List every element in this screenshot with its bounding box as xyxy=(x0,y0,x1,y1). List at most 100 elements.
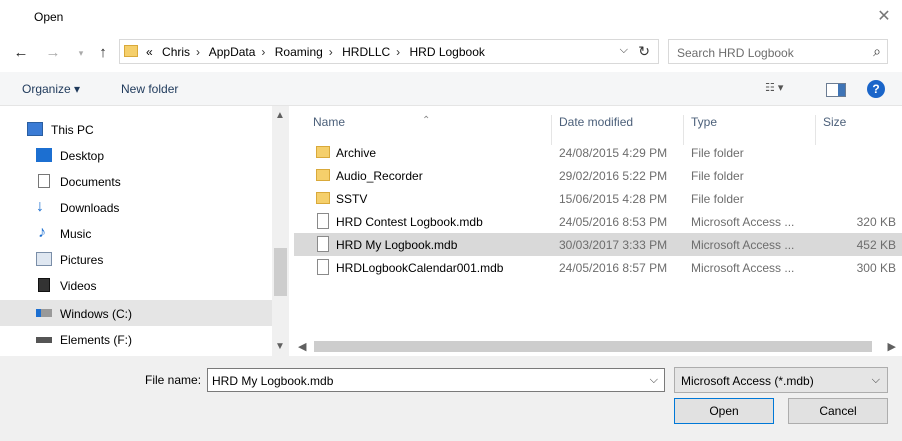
file-type: File folder xyxy=(691,169,744,183)
file-name: Archive xyxy=(336,146,377,160)
recent-locations-icon[interactable]: ▾ xyxy=(72,44,90,62)
table-row[interactable]: HRD Contest Logbook.mdb 24/05/2016 8:53 … xyxy=(294,210,902,233)
sidebar-item-label: Videos xyxy=(60,279,97,293)
breadcrumb-separator: › xyxy=(328,45,333,59)
sidebar-item-music[interactable]: ♪ Music xyxy=(0,220,272,246)
table-row[interactable]: SSTV 15/06/2015 4:28 PM File folder xyxy=(294,187,902,210)
sidebar-item-pictures[interactable]: Pictures xyxy=(0,246,272,272)
table-row[interactable]: HRD My Logbook.mdb 30/03/2017 3:33 PM Mi… xyxy=(294,233,902,256)
chevron-down-icon[interactable]: ⌵ xyxy=(650,374,658,387)
preview-pane-icon[interactable] xyxy=(826,83,846,97)
drive-c-icon xyxy=(36,309,52,317)
filename-label: File name: xyxy=(145,373,202,387)
folder-icon xyxy=(124,45,138,57)
breadcrumb-separator: › xyxy=(396,45,401,59)
file-date: 30/03/2017 3:33 PM xyxy=(559,238,668,252)
file-type: Microsoft Access ... xyxy=(691,261,795,275)
file-icon xyxy=(317,236,329,252)
file-name: SSTV xyxy=(336,192,368,206)
file-type-value: Microsoft Access (*.mdb) xyxy=(681,374,814,388)
file-type: Microsoft Access ... xyxy=(691,215,795,229)
breadcrumb-roaming[interactable]: Roaming xyxy=(275,45,323,59)
help-icon[interactable]: ? xyxy=(867,80,885,98)
file-date: 24/05/2016 8:57 PM xyxy=(559,261,668,275)
sidebar-item-downloads[interactable]: ↓ Downloads xyxy=(0,194,272,220)
pictures-icon xyxy=(36,252,52,266)
column-header-type[interactable]: Type xyxy=(691,115,717,129)
title-bar: Open ✕ xyxy=(0,0,902,34)
column-headers: ⌃ Name Date modified Type Size xyxy=(290,106,902,145)
organize-button[interactable]: Organize ▾ xyxy=(22,82,80,96)
breadcrumb-overflow[interactable]: « xyxy=(146,45,153,59)
search-placeholder: Search HRD Logbook xyxy=(677,46,794,60)
file-type: File folder xyxy=(691,146,744,160)
table-row[interactable]: Audio_Recorder 29/02/2016 5:22 PM File f… xyxy=(294,164,902,187)
downloads-icon: ↓ xyxy=(36,198,44,215)
chevron-down-icon[interactable]: ⌵ xyxy=(620,44,628,57)
scroll-up-icon[interactable]: ▲ xyxy=(275,110,285,121)
music-icon: ♪ xyxy=(38,224,46,241)
file-icon xyxy=(317,213,329,229)
table-row[interactable]: HRDLogbookCalendar001.mdb 24/05/2016 8:5… xyxy=(294,256,902,279)
refresh-icon[interactable]: ↻ xyxy=(638,43,650,60)
sidebar-item-label: This PC xyxy=(51,123,94,137)
file-name: HRDLogbookCalendar001.mdb xyxy=(336,261,504,275)
breadcrumb-chris[interactable]: Chris xyxy=(162,45,190,59)
column-header-name[interactable]: Name xyxy=(313,115,345,129)
file-name: Audio_Recorder xyxy=(336,169,423,183)
new-folder-button[interactable]: New folder xyxy=(121,82,178,96)
sidebar-item-videos[interactable]: Videos xyxy=(0,272,272,298)
filename-value[interactable]: HRD My Logbook.mdb xyxy=(212,374,333,388)
drive-icon xyxy=(36,337,52,343)
documents-icon xyxy=(38,174,50,188)
breadcrumb-separator: › xyxy=(196,45,201,59)
breadcrumb-separator: › xyxy=(261,45,266,59)
file-date: 15/06/2015 4:28 PM xyxy=(559,192,668,206)
folder-icon xyxy=(316,192,330,204)
sidebar-item-label: Music xyxy=(60,227,92,241)
dialog-footer: File name: HRD My Logbook.mdb ⌵ Microsof… xyxy=(0,356,902,441)
desktop-icon xyxy=(36,148,52,162)
sidebar-item-documents[interactable]: Documents xyxy=(0,168,272,194)
sidebar-item-label: Downloads xyxy=(60,201,120,215)
change-view-icon[interactable]: ☷ ▾ xyxy=(765,81,805,97)
navigation-bar: ← → ▾ ↑ « Chris › AppData › Roaming › HRDLL… xyxy=(0,34,902,70)
breadcrumb-hrd-logbook[interactable]: HRD Logbook xyxy=(410,45,485,59)
sidebar-item-desktop[interactable]: Desktop xyxy=(0,142,272,168)
file-name: HRD Contest Logbook.mdb xyxy=(336,215,483,229)
sidebar-item-windows-c[interactable]: Windows (C:) xyxy=(0,300,272,326)
open-button[interactable]: Open xyxy=(674,398,774,424)
forward-arrow-icon[interactable]: → xyxy=(44,44,62,62)
scrollbar-thumb[interactable] xyxy=(274,248,287,296)
filename-field[interactable]: HRD My Logbook.mdb ⌵ xyxy=(207,368,665,392)
sidebar-item-this-pc[interactable]: This PC xyxy=(0,116,272,142)
chevron-down-icon[interactable]: ⌵ xyxy=(872,374,880,387)
up-arrow-icon[interactable]: ↑ xyxy=(94,44,112,62)
sidebar-item-elements-f[interactable]: Elements (F:) xyxy=(0,326,272,352)
sidebar-item-label: Documents xyxy=(60,175,121,189)
scrollbar-thumb[interactable] xyxy=(314,341,872,352)
file-icon xyxy=(317,259,329,275)
scroll-down-icon[interactable]: ▼ xyxy=(275,341,285,352)
table-row[interactable]: Archive 24/08/2015 4:29 PM File folder xyxy=(294,141,902,164)
sidebar-item-label: Desktop xyxy=(60,149,105,163)
address-bar[interactable]: « Chris › AppData › Roaming › HRDLLC › HRD L… xyxy=(119,39,659,64)
file-type: File folder xyxy=(691,192,744,206)
breadcrumb-hrdllc[interactable]: HRDLLC xyxy=(342,45,390,59)
search-icon[interactable]: ⌕ xyxy=(873,43,881,60)
window-title: Open xyxy=(34,10,64,24)
scroll-left-icon[interactable]: ◀ xyxy=(298,340,306,353)
column-header-date[interactable]: Date modified xyxy=(559,115,633,129)
file-type-select[interactable]: Microsoft Access (*.mdb) ⌵ xyxy=(674,367,888,393)
vertical-scrollbar[interactable]: ▲ ▼ xyxy=(272,106,289,356)
column-header-size[interactable]: Size xyxy=(823,115,846,129)
close-icon[interactable]: ✕ xyxy=(872,6,896,28)
pc-icon xyxy=(27,122,43,136)
breadcrumb-appdata[interactable]: AppData xyxy=(209,45,256,59)
back-arrow-icon[interactable]: ← xyxy=(12,44,30,62)
scroll-right-icon[interactable]: ▶ xyxy=(888,340,896,353)
cancel-button[interactable]: Cancel xyxy=(788,398,888,424)
horizontal-scrollbar[interactable]: ◀ ▶ xyxy=(290,338,902,356)
search-input[interactable]: Search HRD Logbook ⌕ xyxy=(668,39,888,64)
file-size: 300 KB xyxy=(856,261,896,275)
